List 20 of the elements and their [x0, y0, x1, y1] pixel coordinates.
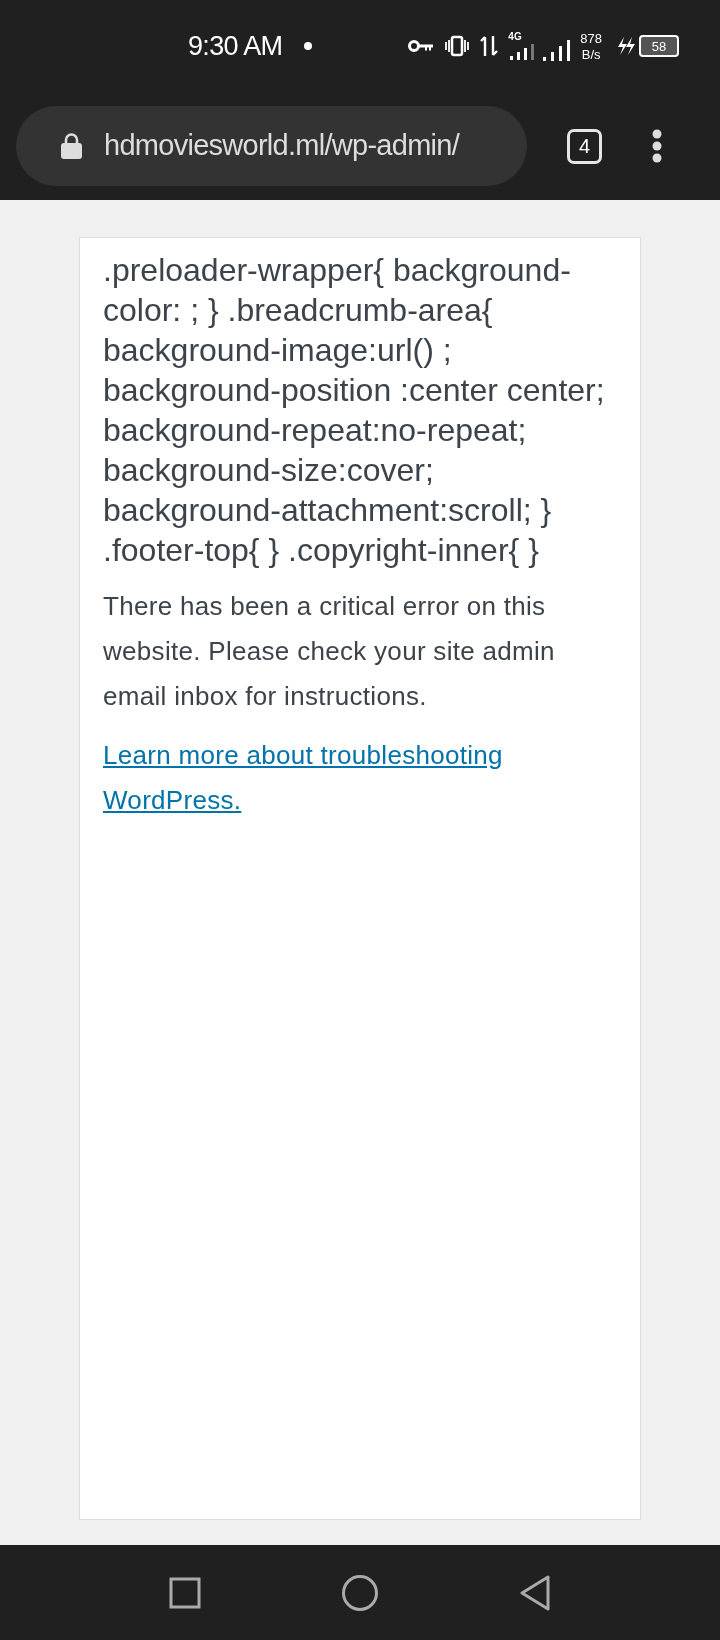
more-menu-icon[interactable] [652, 129, 662, 163]
network-speed-unit: B/s [581, 47, 601, 61]
status-time: 9:30 AM [188, 29, 283, 63]
key-icon [408, 39, 435, 53]
troubleshooting-link[interactable]: Learn more about troubleshooting WordPress. [103, 733, 583, 823]
network-type: 4G [508, 32, 522, 42]
vibrate-icon [444, 35, 471, 57]
battery-level: 58 [651, 39, 667, 53]
address-bar[interactable]: hdmoviesworld.ml/wp-admin/ [16, 106, 527, 186]
back-icon[interactable] [519, 1574, 551, 1611]
home-icon[interactable] [341, 1573, 379, 1612]
signal-icon [508, 42, 537, 60]
data-arrows-icon [480, 35, 499, 57]
network-speed: 878 [580, 31, 603, 45]
lock-icon [61, 133, 82, 159]
error-message: There has been a critical error on this website. Please check your site admin email inbox for instructions. [103, 590, 556, 713]
tab-count-button[interactable]: 4 [567, 128, 602, 164]
recent-apps-icon[interactable] [169, 1576, 201, 1609]
url-text: hdmoviesworld.ml/wp-admin/ [104, 128, 460, 164]
css-text: .preloader-wrapper{ background-color: ; } .breadcrumb-area{ background-image:url() ; background-position :center center; background-repeat:no-repeat; background-size:cover; background-attachment:scroll; } .footer-top{ } .copyright-inner{ } [103, 251, 606, 570]
